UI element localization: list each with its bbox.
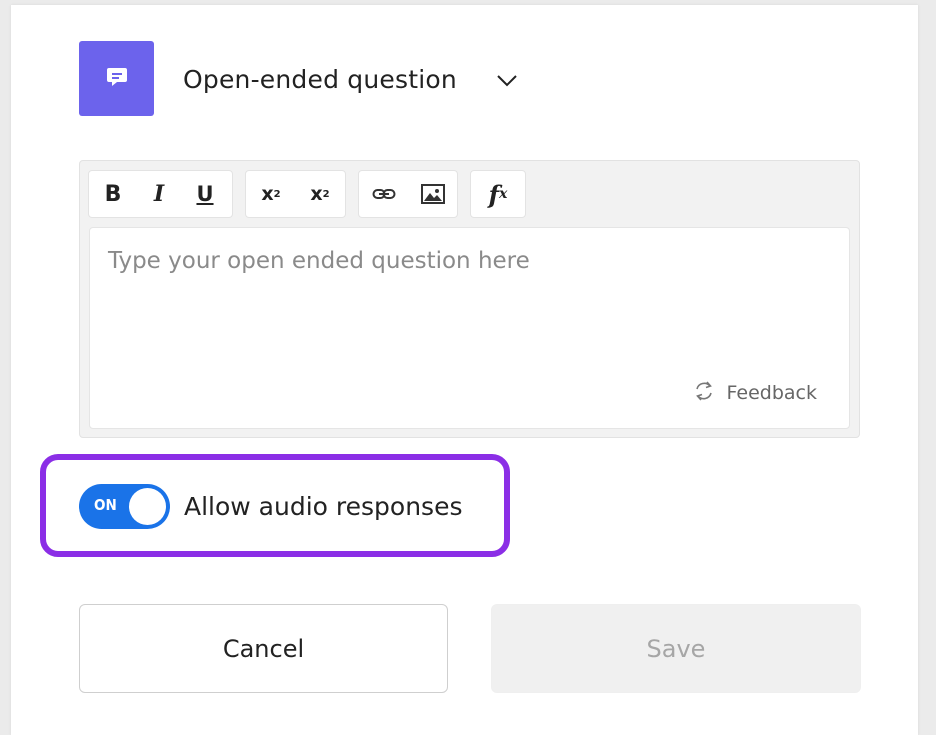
refresh-icon <box>693 380 715 406</box>
cancel-button[interactable]: Cancel <box>79 604 448 693</box>
toolbar-insert-group <box>358 170 458 218</box>
toolbar-text-format-group: B I U <box>88 170 233 218</box>
chevron-down-icon[interactable] <box>492 66 522 96</box>
bold-button[interactable]: B <box>89 171 137 217</box>
toggle-knob <box>129 488 166 525</box>
page: Open-ended question B I U x2 x2 f x Type… <box>0 0 936 735</box>
question-text-input[interactable]: Type your open ended question here Feedb… <box>89 227 850 429</box>
superscript-button[interactable]: x2 <box>246 171 296 217</box>
question-placeholder: Type your open ended question here <box>108 248 530 274</box>
audio-toggle[interactable]: ON <box>79 484 170 529</box>
feedback-button[interactable]: Feedback <box>693 380 817 406</box>
chat-icon <box>106 66 128 92</box>
italic-button[interactable]: I <box>137 171 181 217</box>
save-button[interactable]: Save <box>491 604 861 693</box>
formula-base: f <box>488 179 499 209</box>
audio-responses-label: Allow audio responses <box>184 492 463 521</box>
question-editor: B I U x2 x2 f x Type your open ended que… <box>79 160 860 438</box>
subscript-mark: 2 <box>322 188 330 200</box>
feedback-label: Feedback <box>726 382 817 404</box>
subscript-base: x <box>310 183 323 205</box>
superscript-mark: 2 <box>273 188 281 200</box>
formula-sub: x <box>498 186 508 202</box>
toolbar-script-group: x2 x2 <box>245 170 346 218</box>
question-type-title[interactable]: Open-ended question <box>183 62 457 98</box>
subscript-button[interactable]: x2 <box>296 171 344 217</box>
formula-button[interactable]: fx <box>471 171 525 217</box>
superscript-base: x <box>261 183 274 205</box>
underline-button[interactable]: U <box>181 171 229 217</box>
link-icon[interactable] <box>359 171 409 217</box>
toolbar-formula-group: fx <box>470 170 526 218</box>
toggle-state-label: ON <box>94 496 117 514</box>
question-type-badge <box>79 41 154 116</box>
image-icon[interactable] <box>409 171 457 217</box>
